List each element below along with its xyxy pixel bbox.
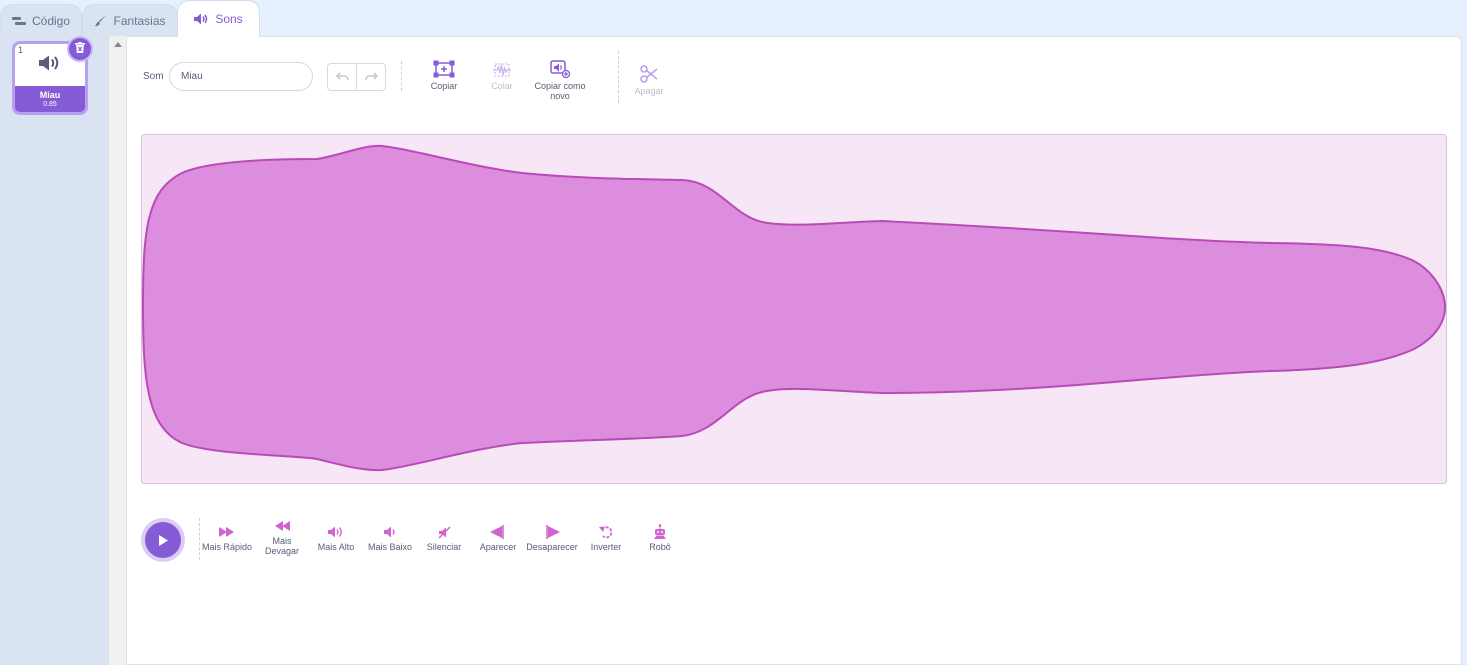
robot-icon: [630, 524, 690, 540]
effect-slower-button[interactable]: Mais Devagar: [252, 518, 312, 556]
sound-duration: 0.85: [43, 101, 57, 108]
redo-icon: [364, 68, 378, 86]
sound-index: 1: [18, 45, 24, 55]
paintbrush-icon: [94, 14, 107, 27]
tab-sounds[interactable]: Sons: [177, 0, 260, 37]
code-blocks-icon: [11, 16, 26, 26]
effect-label: Mais Baixo: [367, 542, 412, 552]
effect-label: Mais Devagar: [264, 536, 300, 556]
paste-label: Colar: [491, 81, 513, 91]
louder-icon: [306, 524, 366, 540]
tab-sounds-label: Sons: [215, 12, 243, 26]
toolbar-divider: [401, 61, 402, 91]
delete-sound-button[interactable]: [67, 36, 93, 62]
redo-button[interactable]: [356, 64, 385, 90]
copy-to-new-icon: [529, 56, 591, 78]
effect-label: Silenciar: [426, 542, 462, 552]
undo-redo-group: [327, 63, 386, 91]
sound-list-scrollbar[interactable]: [109, 36, 126, 665]
effect-label: Mais Rápido: [201, 542, 253, 552]
scissors-icon: [625, 61, 673, 83]
paste-icon: [477, 56, 527, 78]
effect-label: Desaparecer: [526, 542, 578, 552]
waveform-area[interactable]: [141, 134, 1447, 484]
effect-reverse-button[interactable]: Inverter: [576, 524, 636, 552]
reverse-icon: [576, 524, 636, 540]
sound-editor: Som Copiar Colar Copiar como novo: [126, 36, 1462, 665]
sound-tile[interactable]: 1 Miau 0.85: [12, 36, 93, 115]
copy-to-new-button[interactable]: Copiar como novo: [529, 56, 591, 101]
effect-robot-button[interactable]: Robô: [630, 524, 690, 552]
trash-icon: [75, 40, 85, 58]
waveform: [142, 144, 1446, 472]
toolbar-divider: [618, 51, 619, 103]
copy-to-new-label: Copiar como novo: [534, 81, 586, 101]
paste-button[interactable]: Colar: [477, 56, 527, 91]
slower-icon: [252, 518, 312, 534]
copy-icon: [419, 56, 469, 78]
copy-label: Copiar: [430, 81, 458, 91]
effect-label: Aparecer: [479, 542, 517, 552]
speaker-icon: [194, 13, 209, 25]
effect-softer-button[interactable]: Mais Baixo: [360, 524, 420, 552]
sound-name: Miau: [39, 90, 61, 100]
softer-icon: [360, 524, 420, 540]
effect-label: Inverter: [590, 542, 622, 552]
effect-fade-in-button[interactable]: Aparecer: [468, 524, 528, 552]
play-icon: [145, 522, 181, 558]
delete-label: Apagar: [634, 86, 664, 96]
play-button[interactable]: [141, 518, 185, 562]
fade-in-icon: [468, 524, 528, 540]
sound-list-panel: 1 Miau 0.85: [0, 36, 109, 665]
effect-fade-out-button[interactable]: Desaparecer: [522, 524, 582, 552]
tab-code[interactable]: Código: [0, 4, 82, 36]
undo-button[interactable]: [328, 64, 356, 90]
mute-icon: [414, 524, 474, 540]
undo-icon: [335, 68, 349, 86]
tab-costumes[interactable]: Fantasias: [82, 4, 178, 36]
faster-icon: [197, 524, 257, 540]
sound-name-label: Som: [143, 71, 164, 82]
sound-name-input[interactable]: [169, 62, 313, 91]
effect-louder-button[interactable]: Mais Alto: [306, 524, 366, 552]
scroll-up-arrow-icon[interactable]: [114, 42, 122, 47]
effect-label: Robô: [649, 542, 671, 552]
tab-bar: Código Fantasias Sons: [0, 0, 1467, 37]
effect-faster-button[interactable]: Mais Rápido: [197, 524, 257, 552]
delete-button[interactable]: Apagar: [625, 61, 673, 96]
effect-mute-button[interactable]: Silenciar: [414, 524, 474, 552]
fade-out-icon: [522, 524, 582, 540]
copy-button[interactable]: Copiar: [419, 56, 469, 91]
tab-costumes-label: Fantasias: [113, 13, 166, 28]
effect-label: Mais Alto: [317, 542, 355, 552]
speaker-icon: [39, 55, 61, 76]
tab-code-label: Código: [31, 13, 71, 28]
